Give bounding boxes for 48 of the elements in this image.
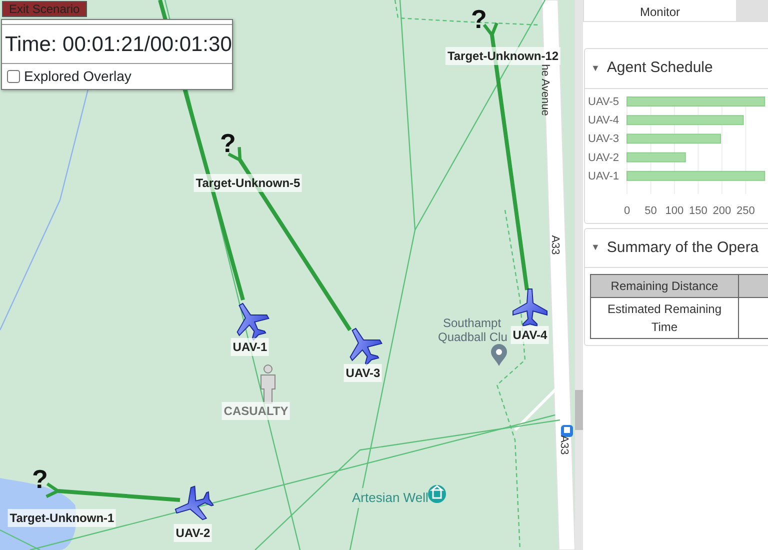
panel-title: Summary of the Opera: [606, 238, 759, 258]
scrollbar-thumb[interactable]: [575, 390, 583, 430]
place-label: Southampt: [443, 315, 502, 332]
tick-label: 250: [736, 204, 755, 216]
person-icon: [260, 364, 276, 404]
table-cell: Estimated Remaining Time: [590, 298, 738, 338]
tick-label: 200: [712, 204, 732, 216]
tick-label: 150: [689, 204, 708, 216]
water-pin-icon: [428, 485, 446, 503]
road-label: A33: [557, 435, 571, 455]
agent-label: UAV-4: [510, 326, 550, 344]
category-label: UAV-5: [588, 96, 619, 108]
target-label: Target-Unknown-5: [194, 174, 302, 192]
caret-icon[interactable]: ▼: [591, 62, 600, 75]
caret-icon[interactable]: ▼: [591, 241, 600, 254]
agent-label: UAV-2: [174, 524, 212, 542]
question-mark-icon: ?: [471, 6, 487, 32]
question-mark-icon: ?: [32, 466, 48, 492]
road-label: A33: [548, 235, 562, 255]
bus-stop-icon: [561, 425, 573, 437]
airplane-icon: [512, 288, 548, 327]
tick-label: 100: [665, 204, 684, 216]
target-label: Target-Unknown-1: [8, 509, 116, 527]
category-label: UAV-2: [588, 151, 619, 164]
airplane-icon: [174, 486, 214, 520]
target-label: Target-Unknown-12: [445, 47, 561, 65]
question-mark-icon: ?: [220, 130, 236, 156]
agent-label: UAV-3: [344, 364, 382, 382]
tick-label: 0: [624, 204, 630, 216]
agent-label: UAV-1: [230, 338, 270, 356]
category-label: UAV-1: [588, 170, 619, 182]
tick-label: 50: [644, 204, 657, 216]
road-label: he Avenue: [538, 64, 552, 116]
table-header-cell: Remaining Distance: [590, 274, 738, 298]
scrollbar[interactable]: [575, 0, 583, 550]
checkbox[interactable]: [7, 70, 20, 82]
place-label: Quadball Clu: [438, 330, 508, 346]
category-label: UAV-3: [588, 132, 619, 145]
time-display: Time: 00:01:21/00:01:30: [2, 24, 232, 64]
checkbox-label: Explored Overlay: [24, 66, 132, 86]
map-pin-icon: [491, 344, 507, 366]
casualty-label: CASUALTY: [222, 402, 290, 420]
category-label: UAV-4: [588, 114, 619, 126]
bar: [626, 152, 686, 162]
panel-title: Agent Schedule: [606, 58, 713, 78]
airplane-icon: [236, 302, 270, 341]
place-label: Artesian Well: [352, 488, 428, 508]
airplane-icon: [350, 328, 382, 366]
